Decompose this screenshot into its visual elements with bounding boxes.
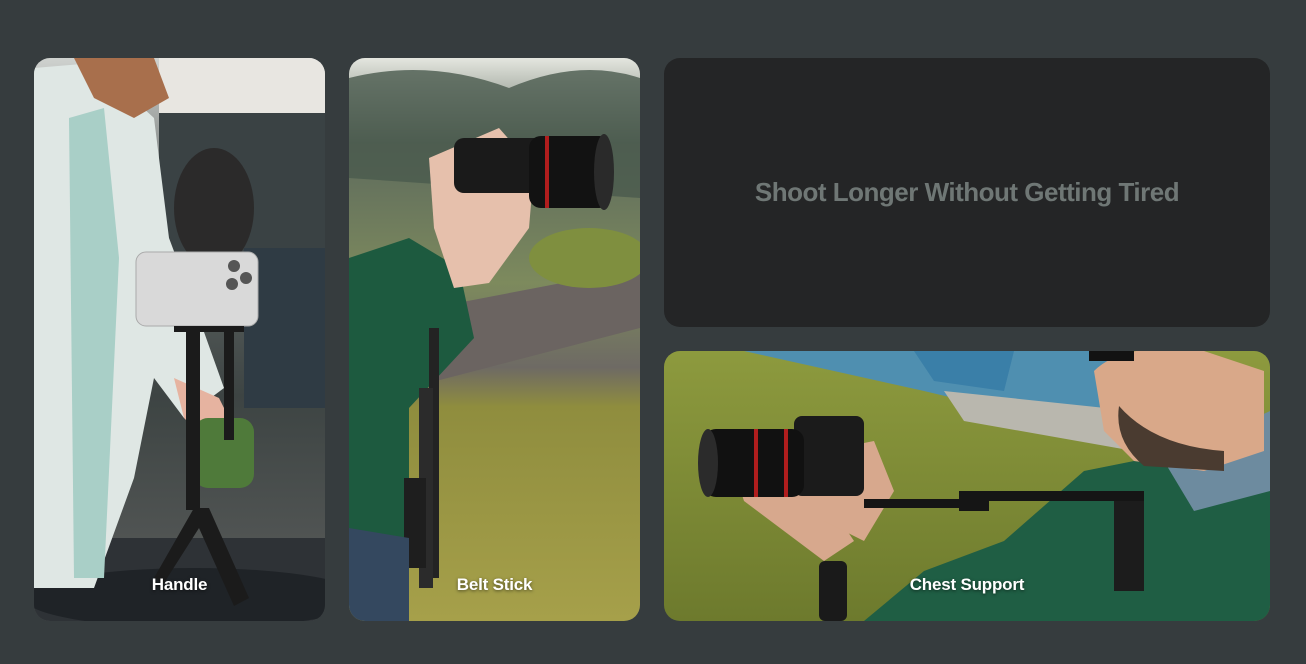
chest-support-caption: Chest Support: [909, 575, 1025, 594]
handle-card[interactable]: Handle: [34, 58, 325, 621]
belt-stick-caption: Belt Stick: [456, 575, 533, 594]
belt-stick-photo: [349, 58, 640, 621]
headline-card: Shoot Longer Without Getting Tired: [664, 58, 1270, 327]
headline-text: Shoot Longer Without Getting Tired: [754, 177, 1180, 207]
chest-support-card[interactable]: Chest Support: [664, 351, 1270, 621]
handle-caption: Handle: [151, 575, 208, 594]
belt-stick-card[interactable]: Belt Stick: [349, 58, 640, 621]
handle-photo: [34, 58, 325, 621]
